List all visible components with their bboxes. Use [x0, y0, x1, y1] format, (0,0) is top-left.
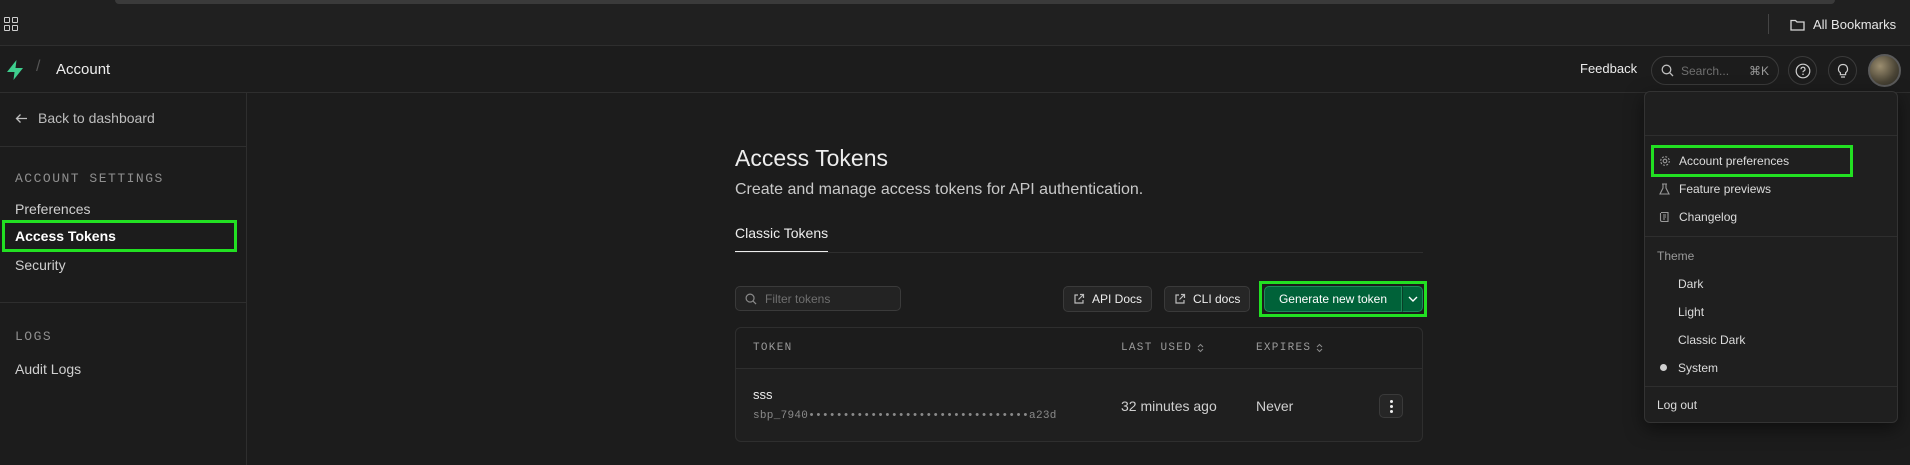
search-icon — [1661, 64, 1674, 77]
page-subtitle: Create and manage access tokens for API … — [735, 181, 1144, 198]
log-out-button[interactable]: Log out — [1657, 398, 1697, 412]
sidebar-item-access-tokens[interactable]: Access Tokens — [2, 220, 237, 252]
tips-button[interactable] — [1828, 56, 1857, 85]
sort-icon — [1197, 343, 1204, 353]
scroll-icon — [1658, 211, 1671, 223]
help-icon — [1795, 63, 1811, 79]
search-shortcut: ⌘K — [1748, 63, 1769, 78]
theme-option-light[interactable]: Light — [1678, 305, 1704, 319]
logs-heading: LOGS — [15, 329, 53, 344]
api-docs-label: API Docs — [1092, 292, 1143, 306]
app-header: / Account Feedback Search... ⌘K — [0, 46, 1910, 93]
theme-option-classic-dark[interactable]: Classic Dark — [1678, 333, 1745, 347]
cli-docs-label: CLI docs — [1193, 292, 1241, 306]
generate-token-label: Generate new token — [1278, 292, 1388, 306]
sidebar-divider — [0, 146, 246, 147]
token-value: sbp_7940••••••••••••••••••••••••••••••••… — [753, 410, 1057, 422]
feedback-button[interactable]: Feedback — [1580, 61, 1637, 76]
menu-divider — [1645, 236, 1897, 237]
generate-new-token-button[interactable]: Generate new token — [1264, 286, 1402, 312]
folder-icon — [1790, 18, 1805, 31]
token-last-used: 32 minutes ago — [1121, 398, 1217, 414]
selected-radio-dot-icon — [1660, 364, 1667, 371]
search-placeholder: Search... — [1681, 63, 1730, 78]
table-row: sss sbp_7940••••••••••••••••••••••••••••… — [736, 370, 1422, 442]
apps-grid-icon[interactable] — [4, 17, 18, 31]
column-header-expires[interactable]: EXPIRES — [1256, 342, 1323, 354]
help-button[interactable] — [1788, 56, 1817, 85]
menu-item-feature-previews[interactable]: Feature previews — [1658, 182, 1771, 196]
sidebar-item-preferences[interactable]: Preferences — [15, 201, 90, 217]
theme-option-dark[interactable]: Dark — [1678, 277, 1703, 291]
api-docs-button[interactable]: API Docs — [1063, 286, 1153, 312]
menu-item-label: Changelog — [1679, 210, 1738, 224]
filter-placeholder: Filter tokens — [765, 291, 831, 306]
back-to-dashboard-link[interactable]: Back to dashboard — [15, 110, 155, 126]
tabs-underline — [735, 252, 1423, 253]
bookmarks-bar: All Bookmarks — [0, 0, 1910, 46]
menu-item-label: Feature previews — [1679, 182, 1772, 196]
theme-option-system[interactable]: System — [1678, 361, 1718, 375]
menu-item-changelog[interactable]: Changelog — [1658, 210, 1737, 224]
settings-sidebar: Back to dashboard ACCOUNT SETTINGS Prefe… — [0, 93, 247, 465]
tokens-table: TOKEN LAST USED EXPIRES sss sbp_7940••••… — [735, 327, 1423, 442]
window-top-strip — [115, 0, 1835, 4]
flask-icon — [1658, 183, 1671, 195]
more-options-button[interactable] — [1379, 394, 1403, 418]
user-avatar[interactable] — [1868, 54, 1901, 87]
token-name: sss — [753, 387, 773, 402]
chevron-down-icon — [1408, 296, 1418, 302]
gear-icon — [1658, 155, 1671, 167]
table-header: TOKEN LAST USED EXPIRES — [736, 328, 1422, 369]
generate-token-dropdown-button[interactable] — [1402, 286, 1423, 312]
arrow-left-icon — [15, 113, 28, 124]
menu-item-account-preferences[interactable]: Account preferences — [1658, 154, 1789, 168]
cli-docs-button[interactable]: CLI docs — [1164, 286, 1251, 312]
token-expires: Never — [1256, 398, 1294, 414]
theme-label: Theme — [1657, 249, 1695, 263]
breadcrumb-account[interactable]: Account — [56, 61, 110, 78]
search-icon — [745, 293, 757, 305]
external-link-icon — [1174, 293, 1186, 305]
menu-divider — [1645, 386, 1897, 387]
supabase-logo-icon[interactable] — [6, 60, 24, 80]
column-header-token: TOKEN — [753, 342, 793, 354]
all-bookmarks-label: All Bookmarks — [1813, 16, 1897, 32]
all-bookmarks-button[interactable]: All Bookmarks — [1790, 14, 1896, 34]
column-header-last-used[interactable]: LAST USED — [1121, 342, 1204, 354]
menu-user-section — [1645, 92, 1897, 136]
more-vertical-icon — [1389, 399, 1393, 403]
sidebar-divider — [0, 302, 246, 303]
lightbulb-icon — [1836, 63, 1850, 79]
search-button[interactable]: Search... ⌘K — [1651, 56, 1779, 85]
page-title: Access Tokens — [735, 145, 888, 171]
account-settings-heading: ACCOUNT SETTINGS — [15, 171, 164, 186]
sidebar-item-label: Access Tokens — [15, 228, 116, 244]
sort-icon — [1316, 343, 1323, 353]
account-menu: Account preferences Feature previews Cha… — [1644, 91, 1898, 423]
sidebar-item-security[interactable]: Security — [15, 257, 66, 273]
menu-item-label: Account preferences — [1679, 154, 1790, 168]
sidebar-item-audit-logs[interactable]: Audit Logs — [15, 361, 81, 377]
external-link-icon — [1073, 293, 1085, 305]
breadcrumb-separator: / — [36, 58, 41, 75]
back-label: Back to dashboard — [38, 110, 155, 126]
filter-tokens-input[interactable]: Filter tokens — [735, 286, 901, 311]
bookmarks-separator — [1768, 14, 1769, 34]
tab-classic-tokens[interactable]: Classic Tokens — [735, 225, 829, 253]
